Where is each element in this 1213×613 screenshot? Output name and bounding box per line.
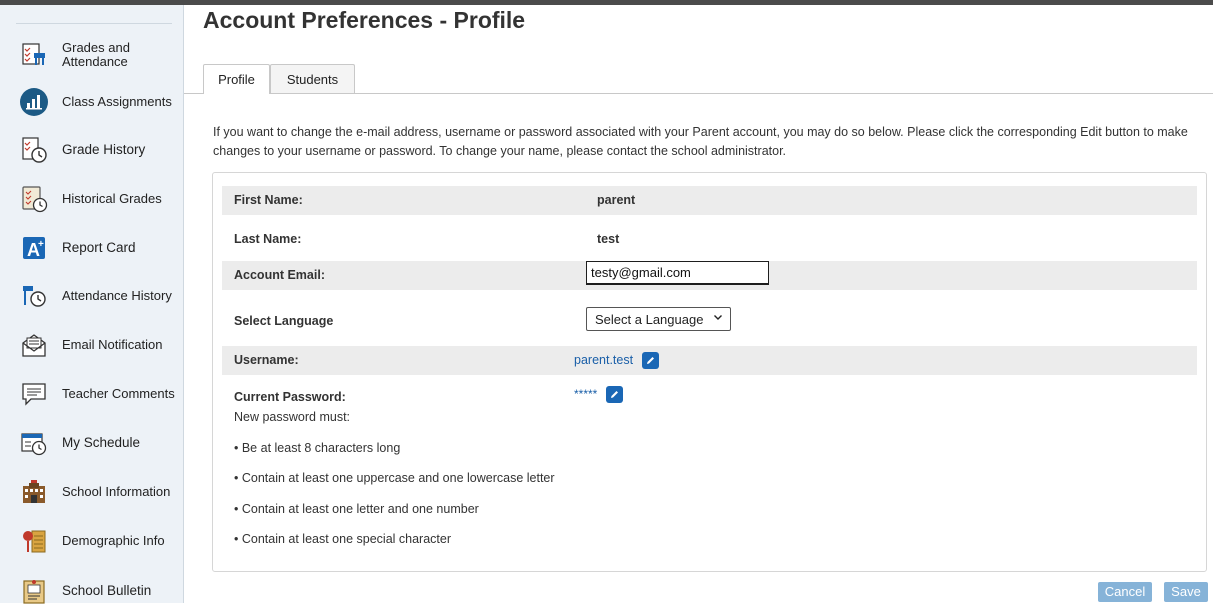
grades-attendance-icon: [20, 41, 48, 69]
attendance-history-icon: [20, 282, 48, 310]
password-rule-case: • Contain at least one uppercase and one…: [234, 471, 555, 485]
last-name-label: Last Name:: [234, 232, 302, 246]
save-button[interactable]: Save: [1164, 582, 1208, 602]
select-language-label: Select Language: [234, 314, 334, 328]
sidebar-item-label: School Information: [62, 484, 171, 499]
sidebar-item-attendance-history[interactable]: Attendance History: [0, 274, 183, 318]
sidebar-item-label: Grade History: [62, 142, 146, 157]
pencil-icon: [611, 391, 619, 398]
profile-panel: First Name: parent Last Name: test Accou…: [212, 172, 1207, 572]
password-row: Current Password: *****: [222, 386, 1197, 415]
grade-history-icon: [20, 136, 48, 164]
account-email-input[interactable]: [586, 261, 769, 285]
sidebar-item-label: Class Assignments: [62, 94, 172, 109]
pencil-icon: [647, 357, 655, 364]
school-information-icon: [20, 478, 48, 506]
username-label: Username:: [234, 353, 299, 367]
class-assignments-icon: [20, 88, 48, 116]
page-title: Account Preferences - Profile: [203, 7, 526, 33]
intro-text: If you want to change the e-mail address…: [213, 125, 1188, 158]
tab-underline: [184, 93, 1213, 94]
sidebar-item-school-information[interactable]: School Information: [0, 470, 183, 514]
sidebar-item-report-card[interactable]: A + Report Card: [0, 226, 183, 270]
sidebar-item-school-bulletin[interactable]: School Bulletin: [0, 569, 183, 613]
account-email-row: Account Email:: [222, 261, 1197, 290]
sidebar-item-historical-grades[interactable]: Historical Grades: [0, 177, 183, 221]
last-name-value: test: [597, 232, 620, 246]
sidebar-item-label: Demographic Info: [62, 533, 165, 548]
sidebar-divider: [16, 23, 172, 24]
password-rules-heading: New password must:: [234, 410, 351, 424]
password-value-group: *****: [574, 386, 624, 403]
first-name-label: First Name:: [234, 193, 303, 207]
sidebar-nav: Grades and Attendance Class Assignments …: [0, 5, 184, 604]
sidebar-item-label: Report Card: [62, 240, 136, 255]
password-rule-special: • Contain at least one special character: [234, 532, 451, 546]
my-schedule-icon: [20, 429, 48, 457]
language-selected-value: Select a Language: [595, 312, 704, 327]
sidebar-item-grades-attendance[interactable]: Grades and Attendance: [0, 33, 183, 77]
select-language-row: Select Language Select a Language: [222, 307, 1197, 336]
email-notification-icon: [20, 331, 48, 359]
chevron-down-icon: [714, 315, 722, 320]
teacher-comments-icon: [20, 380, 48, 408]
sidebar-item-label: My Schedule: [62, 435, 141, 450]
sidebar-item-demographic-info[interactable]: Demographic Info: [0, 519, 183, 563]
sidebar-item-label: Teacher Comments: [62, 386, 175, 401]
password-rule-letter-number: • Contain at least one letter and one nu…: [234, 502, 479, 516]
username-value-group: parent.test: [574, 352, 660, 369]
last-name-row: Last Name: test: [222, 225, 1197, 254]
language-select[interactable]: Select a Language: [586, 307, 731, 331]
username-row: Username: parent.test: [222, 346, 1197, 375]
demographic-info-icon: [20, 527, 48, 555]
sidebar-item-teacher-comments[interactable]: Teacher Comments: [0, 372, 183, 416]
report-card-icon: A +: [20, 234, 48, 262]
account-email-label: Account Email:: [234, 268, 325, 282]
edit-password-button[interactable]: [606, 386, 624, 403]
edit-username-button[interactable]: [642, 352, 660, 369]
school-bulletin-icon: [20, 577, 48, 605]
sidebar-item-label: Email Notification: [62, 337, 163, 352]
tab-students[interactable]: Students: [270, 64, 355, 93]
password-masked: *****: [574, 386, 598, 401]
cancel-button[interactable]: Cancel: [1098, 582, 1152, 602]
sidebar-item-label: Grades and Attendance: [62, 40, 130, 69]
sidebar-item-email-notification[interactable]: Email Notification: [0, 323, 183, 367]
sidebar-item-label: Attendance History: [62, 288, 172, 303]
password-rule-length: • Be at least 8 characters long: [234, 441, 401, 455]
sidebar-item-label: School Bulletin: [62, 583, 152, 598]
historical-grades-icon: [20, 185, 48, 213]
current-password-label: Current Password:: [234, 390, 346, 404]
first-name-row: First Name: parent: [222, 186, 1197, 215]
sidebar-item-my-schedule[interactable]: My Schedule: [0, 421, 183, 465]
svg-text:+: +: [38, 239, 44, 250]
first-name-value: parent: [597, 193, 636, 207]
tab-profile[interactable]: Profile: [203, 64, 270, 94]
sidebar-item-class-assignments[interactable]: Class Assignments: [0, 80, 183, 124]
sidebar-item-label: Historical Grades: [62, 191, 162, 206]
sidebar-item-grade-history[interactable]: Grade History: [0, 128, 183, 172]
username-link[interactable]: parent.test: [574, 353, 633, 367]
